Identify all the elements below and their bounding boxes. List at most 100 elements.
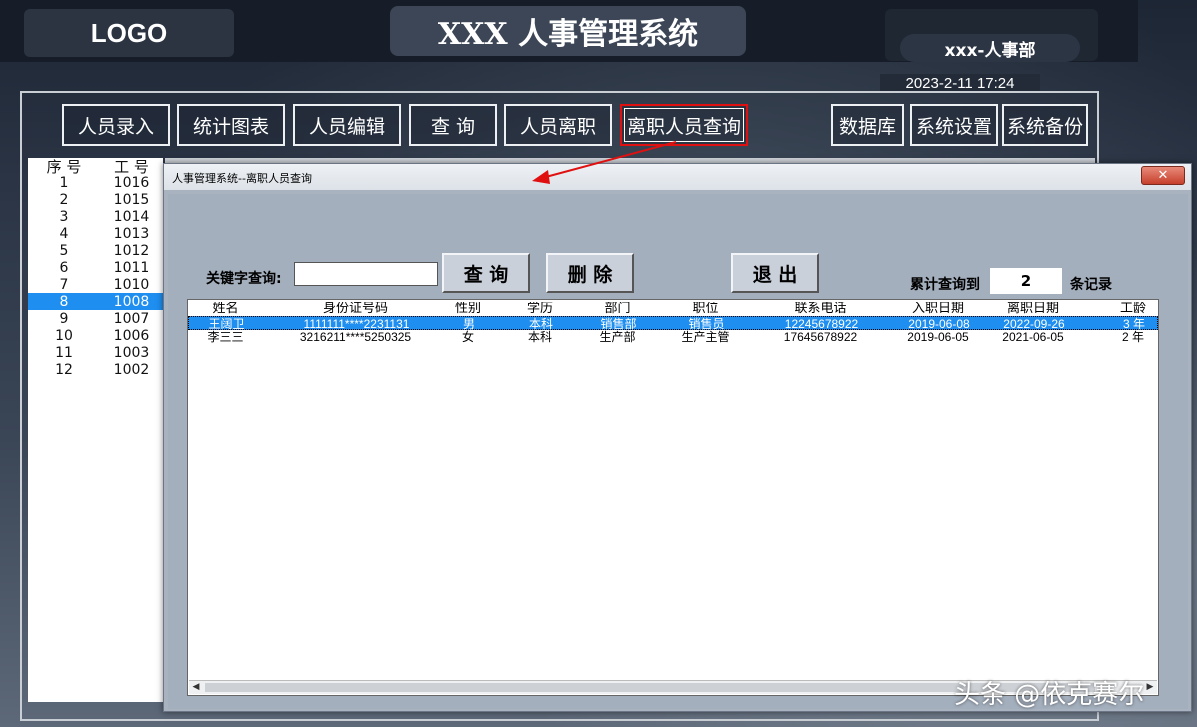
employee-id-list[interactable]: 序 号 工 号 1 1016 2 1015 3 1014 4 1013 5 1012 6 1011 7 1… (28, 158, 163, 702)
list-item-id: 1003 (113, 344, 150, 361)
table-cell: 17645678922 (783, 330, 858, 344)
list-item[interactable]: 6 1011 (28, 259, 163, 276)
table-cell: 销售部 (600, 317, 637, 331)
table-row[interactable]: 王阔卫 1111111****2231131 男 本科 销售部 销售员 1224567892… (188, 316, 1158, 331)
count-suffix: 条记录 (1070, 277, 1112, 293)
delete-button[interactable]: 删 除 (546, 253, 634, 293)
list-item[interactable]: 12 1002 (28, 361, 163, 378)
table-cell: 2021-06-05 (1002, 330, 1064, 344)
list-item-seq: 1 (59, 174, 69, 191)
list-header: 序 号 工 号 (28, 157, 163, 176)
list-item-id: 1010 (113, 276, 150, 293)
table-cell: 2022-09-26 (1003, 317, 1065, 331)
table-cell: 1111111****2231131 (303, 317, 410, 331)
list-item[interactable]: 2 1015 (28, 191, 163, 208)
department-label: xxx-人事部 (900, 34, 1080, 62)
table-cell: 生产主管 (681, 330, 730, 344)
table-cell: 女 (461, 330, 474, 344)
column-header[interactable]: 离职日期 (988, 302, 1078, 316)
nav-button-query[interactable]: 查 询 (409, 104, 497, 146)
table-cell: 销售员 (688, 317, 725, 331)
table-cell: 男 (462, 317, 475, 331)
column-header[interactable]: 工龄 (1108, 302, 1158, 316)
exit-button[interactable]: 退 出 (731, 253, 819, 293)
nav-button-database[interactable]: 数据库 (831, 104, 904, 146)
table-cell: 本科 (528, 317, 553, 331)
column-header[interactable]: 职位 (663, 302, 748, 316)
table-cell: 2019-06-05 (907, 330, 969, 344)
list-item[interactable]: 1 1016 (28, 174, 163, 191)
list-item[interactable]: 9 1007 (28, 310, 163, 327)
table-cell: 2019-06-08 (908, 317, 970, 331)
datetime-display: 2023-2-11 17:24 (880, 74, 1040, 92)
table-cell: 李三三 (207, 330, 244, 344)
close-button[interactable]: ✕ (1141, 166, 1185, 185)
list-item-id: 1012 (113, 242, 150, 259)
logo: LOGO (24, 9, 234, 57)
nav-button-charts[interactable]: 统计图表 (177, 104, 285, 146)
nav-button-edit[interactable]: 人员编辑 (293, 104, 401, 146)
table-cell: 2 年 (1121, 330, 1144, 344)
dialog-body: 关键字查询: 查 询 删 除 退 出 累计查询到 2 条记录 姓名 身份证号码 性别… (168, 194, 1188, 709)
watermark: 头条 @依克赛尔 (954, 680, 1145, 710)
column-header[interactable]: 学历 (510, 302, 570, 316)
column-header[interactable]: 联系电话 (758, 302, 883, 316)
dialog-title: 人事管理系统--离职人员查询 (172, 172, 312, 185)
table-cell: 王阔卫 (208, 317, 245, 331)
list-item-seq: 12 (55, 361, 73, 378)
scroll-left-icon[interactable]: ◀ (189, 681, 203, 694)
search-input[interactable] (294, 262, 438, 286)
nav-button-entry[interactable]: 人员录入 (62, 104, 170, 146)
grid-header: 姓名 身份证号码 性别 学历 部门 职位 联系电话 入职日期 离职日期 工龄 (188, 302, 1158, 316)
table-cell: 生产部 (599, 330, 636, 344)
col-header-seq: 序 号 (46, 157, 82, 176)
count-value: 2 (990, 268, 1062, 294)
list-item-seq: 2 (59, 191, 69, 208)
list-item-seq: 5 (59, 242, 69, 259)
list-item-id: 1011 (113, 259, 150, 276)
list-item-id: 1006 (113, 327, 150, 344)
scroll-right-icon[interactable]: ▶ (1143, 681, 1157, 694)
list-item[interactable]: 7 1010 (28, 276, 163, 293)
dialog-titlebar[interactable]: 人事管理系统--离职人员查询 ✕ (164, 164, 1191, 190)
table-cell: 12245678922 (784, 317, 859, 331)
list-item-seq: 4 (59, 225, 69, 242)
list-item[interactable]: 4 1013 (28, 225, 163, 242)
list-item[interactable]: 5 1012 (28, 242, 163, 259)
list-item-seq: 10 (55, 327, 73, 344)
query-button[interactable]: 查 询 (442, 253, 530, 293)
list-item-id: 1015 (113, 191, 150, 208)
list-item[interactable]: 11 1003 (28, 344, 163, 361)
list-item-id: 1013 (113, 225, 150, 242)
column-header[interactable]: 身份证号码 (283, 302, 428, 316)
col-header-id: 工 号 (114, 157, 149, 176)
list-item-seq: 3 (59, 208, 69, 225)
list-item[interactable]: 8 1008 (28, 293, 163, 310)
list-item-seq: 7 (59, 276, 69, 293)
column-header[interactable]: 部门 (580, 302, 655, 316)
search-label: 关键字查询: (206, 271, 282, 287)
count-label: 累计查询到 (910, 277, 980, 293)
list-item-id: 1007 (113, 310, 150, 327)
nav-button-resigned-query[interactable]: 离职人员查询 (620, 104, 748, 146)
list-item-id: 1002 (113, 361, 150, 378)
list-item-id: 1008 (113, 293, 150, 310)
nav-button-resign[interactable]: 人员离职 (504, 104, 612, 146)
list-item-id: 1014 (113, 208, 150, 225)
list-item-seq: 11 (55, 344, 73, 361)
results-grid[interactable]: 姓名 身份证号码 性别 学历 部门 职位 联系电话 入职日期 离职日期 工龄 王阔卫 1111111… (187, 299, 1159, 696)
table-cell: 本科 (527, 330, 552, 344)
list-item[interactable]: 10 1006 (28, 327, 163, 344)
nav-button-backup[interactable]: 系统备份 (1002, 104, 1088, 146)
list-item-id: 1016 (113, 174, 150, 191)
column-header[interactable]: 姓名 (198, 302, 253, 316)
table-row[interactable]: 李三三 3216211****5250325 女 本科 生产部 生产主管 176456789… (188, 330, 1158, 344)
table-cell: 3216211****5250325 (299, 330, 412, 344)
table-cell: 3 年 (1122, 317, 1145, 331)
nav-button-settings[interactable]: 系统设置 (910, 104, 998, 146)
column-header[interactable]: 入职日期 (898, 302, 978, 316)
list-item[interactable]: 3 1014 (28, 208, 163, 225)
list-item-seq: 6 (59, 259, 69, 276)
column-header[interactable]: 性别 (438, 302, 498, 316)
list-item-seq: 9 (59, 310, 69, 327)
